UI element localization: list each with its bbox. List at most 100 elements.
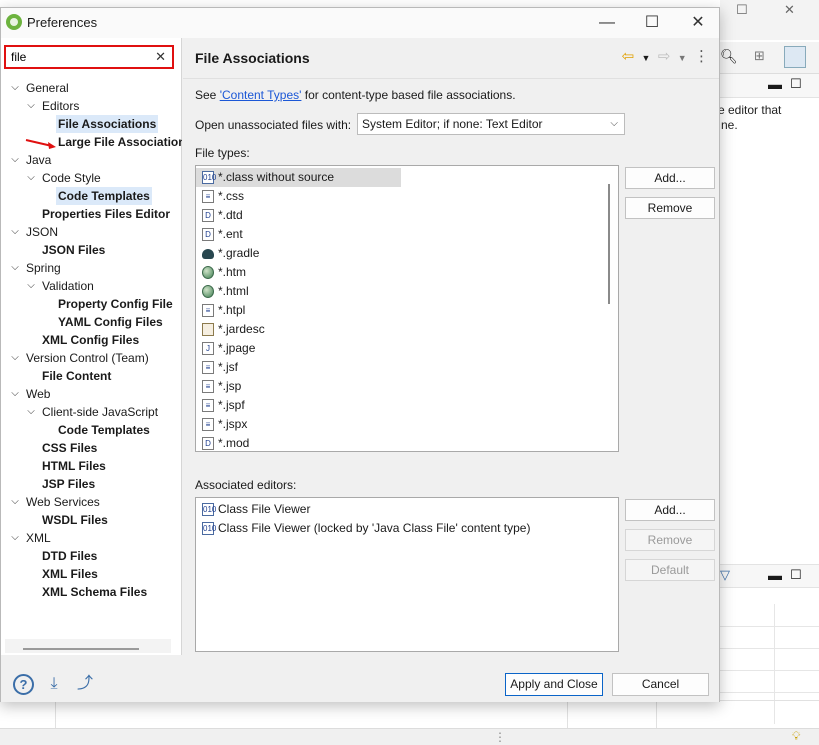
list-item[interactable]: ≡ *.jsf [196,358,618,377]
list-item[interactable]: D *.dtd [196,206,618,225]
list-item-label: *.htm [218,265,247,279]
tree-item[interactable]: XML Files [1,565,182,583]
java-perspective-icon[interactable] [784,46,806,68]
chevron-down-icon[interactable]: ⌵ [9,151,21,169]
tree-scrollbar-track[interactable] [5,639,171,653]
export-icon[interactable]: ⤴ [74,673,96,695]
list-item[interactable]: ≡ *.css [196,187,618,206]
list-item[interactable]: 010 Class File Viewer (locked by 'Java Cl… [196,519,618,538]
filter-input[interactable] [8,48,153,66]
more-options-icon[interactable]: ⋮ [694,46,709,68]
chevron-down-icon[interactable]: ⌵ [25,169,37,187]
chevron-down-icon[interactable]: ⌵ [9,223,21,241]
open-perspective-icon[interactable]: ⊞ [754,48,765,64]
tree-item[interactable]: File Associations [1,115,182,133]
maximize-button[interactable]: ☐ [629,11,675,35]
list-item[interactable]: *.gradle [196,244,618,263]
add-editor-button[interactable]: Add... [625,499,715,521]
list-item[interactable]: ≡ *.htpl [196,301,618,320]
forward-menu-chevron-icon[interactable]: ▼ [678,47,687,69]
tree-item[interactable]: ⌵ Java [1,151,182,169]
tree-item[interactable]: Properties Files Editor [1,205,182,223]
tree-item[interactable]: ⌵ Editors [1,97,182,115]
tree-item[interactable]: CSS Files [1,439,182,457]
tree-item[interactable]: XML Config Files [1,331,182,349]
tree-item[interactable]: File Content [1,367,182,385]
tree-item[interactable]: ⌵ Code Style [1,169,182,187]
close-button[interactable]: ✕ [675,11,721,35]
chevron-down-icon[interactable]: ⌵ [9,493,21,511]
clear-filter-icon[interactable]: ✕ [155,49,166,65]
open-unassociated-select[interactable]: System Editor; if none: Text Editor ⌵ [357,113,625,135]
tree-item[interactable]: ⌵ Spring [1,259,182,277]
remove-file-type-button[interactable]: Remove [625,197,715,219]
list-item[interactable]: *.jardesc [196,320,618,339]
background-restore-icon[interactable]: ☐ [736,2,748,18]
chevron-down-icon[interactable]: ⌵ [9,385,21,403]
tree-item[interactable]: ⌵ General [1,79,182,97]
tree-item[interactable]: ⌵ JSON [1,223,182,241]
content-types-link[interactable]: 'Content Types' [220,88,302,102]
tree-item[interactable]: ⌵ Web Services [1,493,182,511]
tree-item[interactable]: YAML Config Files [1,313,182,331]
default-editor-button[interactable]: Default [625,559,715,581]
chevron-down-icon[interactable]: ⌵ [25,403,37,421]
chevron-down-icon[interactable]: ⌵ [25,277,37,295]
remove-editor-button[interactable]: Remove [625,529,715,551]
chevron-down-icon[interactable]: ⌵ [9,79,21,97]
tree-item[interactable]: HTML Files [1,457,182,475]
tree-item[interactable]: Code Templates [1,421,182,439]
back-arrow-icon[interactable]: ⇦ [622,46,635,68]
list-item[interactable]: ≡ *.jsp [196,377,618,396]
lightbulb-icon[interactable]: 💡︎ [792,729,800,744]
chevron-down-icon[interactable]: ⌵ [9,259,21,277]
tree-item-label: File Content [42,369,112,383]
chevron-down-icon[interactable]: ⌵ [9,349,21,367]
maximize-view-icon[interactable]: ☐ [790,76,802,92]
add-file-type-button[interactable]: Add... [625,167,715,189]
chevron-down-icon[interactable]: ⌵ [25,97,37,115]
tree-item[interactable]: JSON Files [1,241,182,259]
list-item[interactable]: *.htm [196,263,618,282]
tree-item[interactable]: ⌵ Version Control (Team) [1,349,182,367]
tree-item[interactable]: ⌵ Client-side JavaScript [1,403,182,421]
filter-icon[interactable]: ▽ [720,567,730,583]
list-item[interactable]: D *.ent [196,225,618,244]
background-close-icon[interactable]: ✕ [784,2,795,18]
back-menu-chevron-icon[interactable]: ▼ [642,47,651,69]
tree-item[interactable]: DTD Files [1,547,182,565]
text-file-icon: ≡ [202,380,214,393]
minimize-view-icon[interactable]: ▬ [768,76,782,92]
import-icon[interactable]: ⤓ [43,673,65,695]
tree-item[interactable]: Code Templates [1,187,182,205]
minimize-view-icon[interactable]: ▬ [768,567,782,583]
apply-and-close-button[interactable]: Apply and Close [505,673,603,696]
list-item[interactable]: 010 *.class without source [196,168,401,187]
help-icon[interactable]: ? [13,674,34,695]
list-item[interactable]: D *.mod [196,434,618,451]
tree-item[interactable]: Property Config File [1,295,182,313]
search-icon[interactable]: 🔍︎ [720,48,738,65]
tree-scrollbar-thumb[interactable] [23,648,139,650]
forward-arrow-icon[interactable]: ⇨ [658,46,671,68]
cancel-button[interactable]: Cancel [612,673,709,696]
file-types-scrollbar[interactable] [608,184,610,304]
file-types-list[interactable]: 010 *.class without source ≡ *.css D *.dtd D *.… [195,165,619,452]
list-item[interactable]: J *.jpage [196,339,618,358]
tree-item[interactable]: WSDL Files [1,511,182,529]
maximize-view-icon[interactable]: ☐ [790,567,802,583]
minimize-button[interactable]: — [584,11,630,35]
tree-item[interactable]: ⌵ Web [1,385,182,403]
chevron-down-icon[interactable]: ⌵ [9,529,21,547]
list-item[interactable]: ≡ *.jspx [196,415,618,434]
tree-item[interactable]: ⌵ Validation [1,277,182,295]
list-item[interactable]: ≡ *.jspf [196,396,618,415]
list-item[interactable]: 010 Class File Viewer [196,500,618,519]
associated-editors-list[interactable]: 010 Class File Viewer 010 Class File Viewer… [195,497,619,652]
tree-item[interactable]: JSP Files [1,475,182,493]
tree-item-label: Code Templates [58,423,150,437]
list-item[interactable]: *.html [196,282,618,301]
tree-item[interactable]: XML Schema Files [1,583,182,601]
tree-item[interactable]: ⌵ XML [1,529,182,547]
list-item-label: *.jsf [218,360,239,374]
